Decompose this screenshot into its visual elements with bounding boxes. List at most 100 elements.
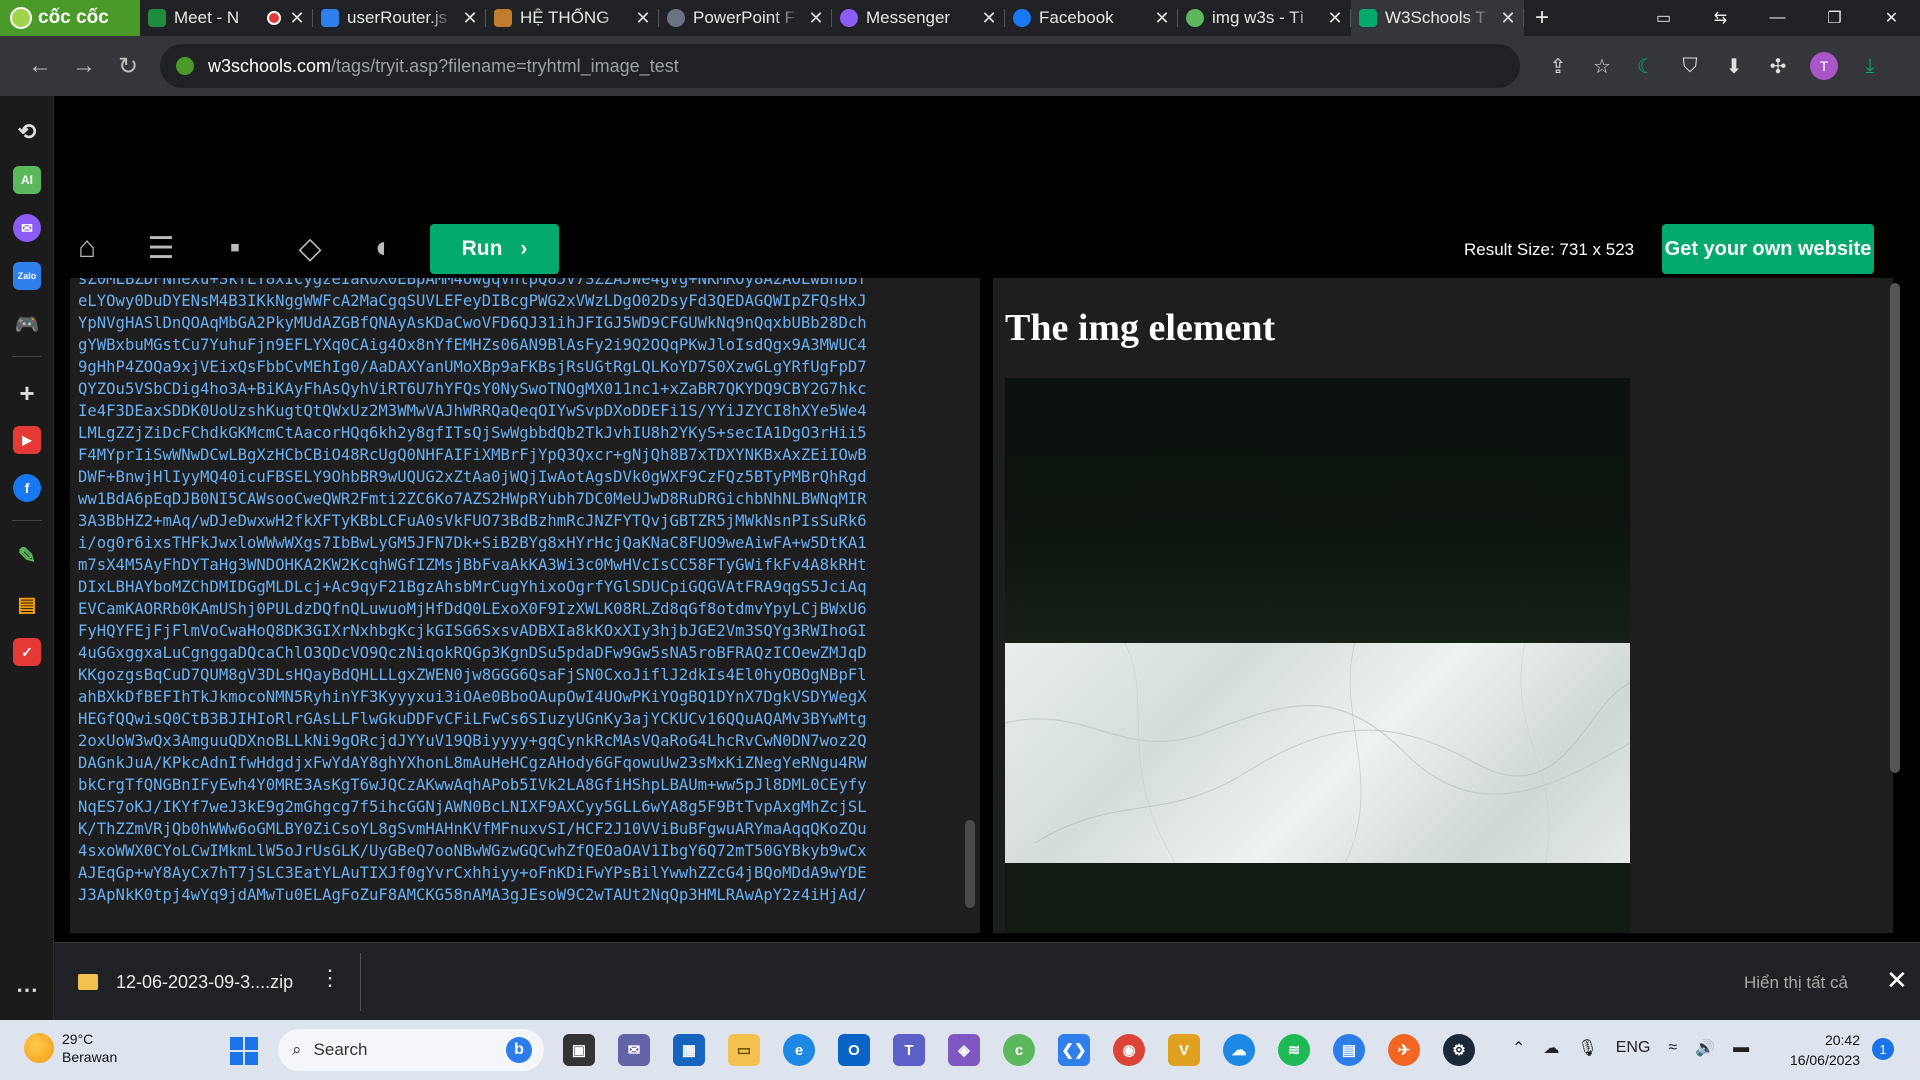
tab-close-icon[interactable]: ✕	[289, 8, 305, 29]
volume-icon[interactable]: 🔊	[1695, 1038, 1715, 1058]
notification-badge[interactable]: 1	[1872, 1038, 1894, 1060]
weather-widget[interactable]: 29°C Berawan	[24, 1030, 117, 1066]
history-icon[interactable]: ⟲	[13, 118, 41, 146]
code-line: m7sX4M5AyFhDYTaHg3WNDOHKA2KW2KcqhWGfIZMs…	[78, 556, 867, 574]
screenshot-icon[interactable]: ▭	[1635, 8, 1692, 28]
download-file-name: 12-06-2023-09-3....zip	[116, 971, 294, 992]
teams-icon[interactable]: T	[893, 1034, 925, 1066]
tab-close-icon[interactable]: ✕	[1500, 8, 1516, 29]
new-tab-button[interactable]: +	[1524, 0, 1560, 36]
home-icon[interactable]: ⌂	[69, 230, 105, 266]
coccoc-taskbar-icon[interactable]: c	[1003, 1034, 1035, 1066]
close-download-bar-icon[interactable]: ✕	[1886, 965, 1908, 996]
tab-close-icon[interactable]: ✕	[1327, 8, 1343, 29]
teams-chat-icon[interactable]: ✉	[618, 1034, 650, 1066]
result-scrollbar[interactable]	[1890, 283, 1900, 773]
forward-button[interactable]: →	[62, 52, 106, 80]
download-options-icon[interactable]: ⋮	[319, 965, 341, 991]
url-field[interactable]: w3schools.com/tags/tryit.asp?filename=tr…	[160, 44, 1520, 88]
outlook-icon[interactable]: O	[838, 1034, 870, 1066]
save-icon[interactable]: ▪	[217, 230, 253, 266]
extensions-puzzle-icon[interactable]: ✣	[1766, 54, 1790, 78]
onedrive-cloud-icon[interactable]: ☁	[1223, 1034, 1255, 1066]
downloads-icon[interactable]: ⤓	[1858, 54, 1882, 78]
battery-icon[interactable]: ▬	[1733, 1039, 1749, 1057]
bookmark-star-icon[interactable]: ☆	[1590, 54, 1614, 78]
tab-img-w3s[interactable]: img w3s - Tì ✕	[1178, 0, 1351, 36]
tab-facebook[interactable]: Facebook ✕	[1005, 0, 1178, 36]
game-controller-icon[interactable]: 🎮	[13, 310, 41, 338]
wifi-icon[interactable]: ≈	[1668, 1039, 1677, 1057]
tab-close-icon[interactable]: ✕	[808, 8, 824, 29]
run-button[interactable]: Run ›	[430, 224, 559, 274]
chrome-icon[interactable]: ◉	[1113, 1034, 1145, 1066]
download-item[interactable]: 12-06-2023-09-3....zip	[78, 965, 293, 999]
postman-icon[interactable]: ✈	[1388, 1034, 1420, 1066]
unikey-icon[interactable]: V	[1168, 1034, 1200, 1066]
taskbar-search[interactable]: ⌕ Search b	[278, 1029, 544, 1071]
show-all-downloads-link[interactable]: Hiển thị tất cả	[1744, 973, 1848, 993]
language-indicator[interactable]: ENG	[1616, 1039, 1651, 1057]
facebook-icon[interactable]: f	[13, 474, 41, 502]
more-options-icon[interactable]: ⋯	[13, 976, 41, 1004]
contrast-icon[interactable]: ◐	[366, 230, 402, 266]
coccoc-menu-button[interactable]: cốc cốc	[0, 0, 140, 36]
messenger-icon[interactable]: ✉	[13, 214, 41, 242]
tab-powerpoint[interactable]: PowerPoint F ✕	[659, 0, 832, 36]
tab-close-icon[interactable]: ✕	[635, 8, 651, 29]
clock[interactable]: 20:42 16/06/2023	[1780, 1030, 1860, 1070]
shield-extension-icon[interactable]: ⛉	[1678, 54, 1702, 78]
todo-check-icon[interactable]: ✓	[13, 638, 41, 666]
microphone-icon[interactable]: 🎙	[1577, 1038, 1597, 1058]
bing-icon[interactable]: b	[506, 1037, 532, 1063]
rotate-orientation-icon[interactable]: ◇	[292, 230, 328, 266]
tab-search-icon[interactable]: ⇆	[1692, 8, 1749, 28]
visual-studio-icon[interactable]: ◈	[948, 1034, 980, 1066]
tab-messenger[interactable]: Messenger ✕	[832, 0, 1005, 36]
start-windows-icon[interactable]	[230, 1037, 258, 1065]
vscode-taskbar-icon[interactable]: ❮❯	[1058, 1034, 1090, 1066]
code-line: NqES7oKJ/IKYf7weJ3kE9g2mGhgcg7f5ihcGGNjA…	[78, 798, 867, 816]
task-view-icon[interactable]: ▣	[563, 1034, 595, 1066]
code-scrollbar[interactable]	[965, 820, 975, 908]
code-editor[interactable]: sZ0MLBZDFNhexu+SkfLY8xICygzeIaRoX0EBpAMM…	[70, 278, 980, 933]
site-security-icon[interactable]	[176, 57, 194, 75]
steam-icon[interactable]: ⚙	[1443, 1034, 1475, 1066]
spotify-icon[interactable]: ≋	[1278, 1034, 1310, 1066]
docker-icon[interactable]: ▤	[1333, 1034, 1365, 1066]
coccoc-pin-icon[interactable]: ✎	[13, 542, 41, 570]
reload-button[interactable]: ↻	[106, 52, 150, 81]
tab-w3schools[interactable]: W3Schools T ✕	[1351, 0, 1524, 36]
ai-assistant-icon[interactable]: AI	[13, 166, 41, 194]
tab-close-icon[interactable]: ✕	[981, 8, 997, 29]
chevron-up-icon[interactable]: ⌃	[1512, 1038, 1525, 1058]
brand-label: cốc cốc	[38, 7, 109, 28]
tab-meet[interactable]: Meet - N ✕	[140, 0, 313, 36]
dark-mode-moon-icon[interactable]: ☾	[1634, 54, 1658, 78]
code-line: EVCamKAORRb0KAmUShj0PULdzDQfnQLuwuoMjHfD…	[78, 600, 867, 618]
share-icon[interactable]: ⇪	[1546, 54, 1570, 78]
maximize-button[interactable]: ❐	[1806, 8, 1863, 28]
tab-close-icon[interactable]: ✕	[1154, 8, 1170, 29]
onedrive-tray-icon[interactable]: ☁	[1543, 1038, 1559, 1058]
back-button[interactable]: ←	[18, 52, 62, 80]
youtube-icon[interactable]: ▶	[13, 426, 41, 454]
result-frame[interactable]: The img element	[993, 278, 1893, 933]
edge-icon[interactable]: e	[783, 1034, 815, 1066]
add-sidebar-app-icon[interactable]: +	[13, 378, 41, 408]
tab-userrouter[interactable]: userRouter.js ✕	[313, 0, 486, 36]
close-window-button[interactable]: ✕	[1863, 8, 1920, 28]
zalo-icon[interactable]: Zalo	[13, 262, 41, 290]
download-extension-icon[interactable]: ⬇	[1722, 54, 1746, 78]
menu-icon[interactable]: ☰	[143, 230, 179, 266]
file-explorer-icon[interactable]: ▭	[728, 1034, 760, 1066]
minimize-button[interactable]: —	[1749, 9, 1806, 27]
get-own-website-button[interactable]: Get your own website	[1662, 224, 1874, 274]
profile-avatar[interactable]: T	[1810, 52, 1838, 80]
shopping-icon[interactable]: ▤	[13, 590, 41, 618]
code-content[interactable]: sZ0MLBZDFNhexu+SkfLY8xICygzeIaRoX0EBpAMM…	[78, 278, 958, 906]
tab-he-thong[interactable]: HỆ THỐNG ✕	[486, 0, 659, 36]
code-line: DAGnkJuA/KPkcAdnIfwHdgdjxFwYdAY8ghYXhonL…	[78, 754, 867, 772]
tab-close-icon[interactable]: ✕	[462, 8, 478, 29]
store-icon[interactable]: ▦	[673, 1034, 705, 1066]
